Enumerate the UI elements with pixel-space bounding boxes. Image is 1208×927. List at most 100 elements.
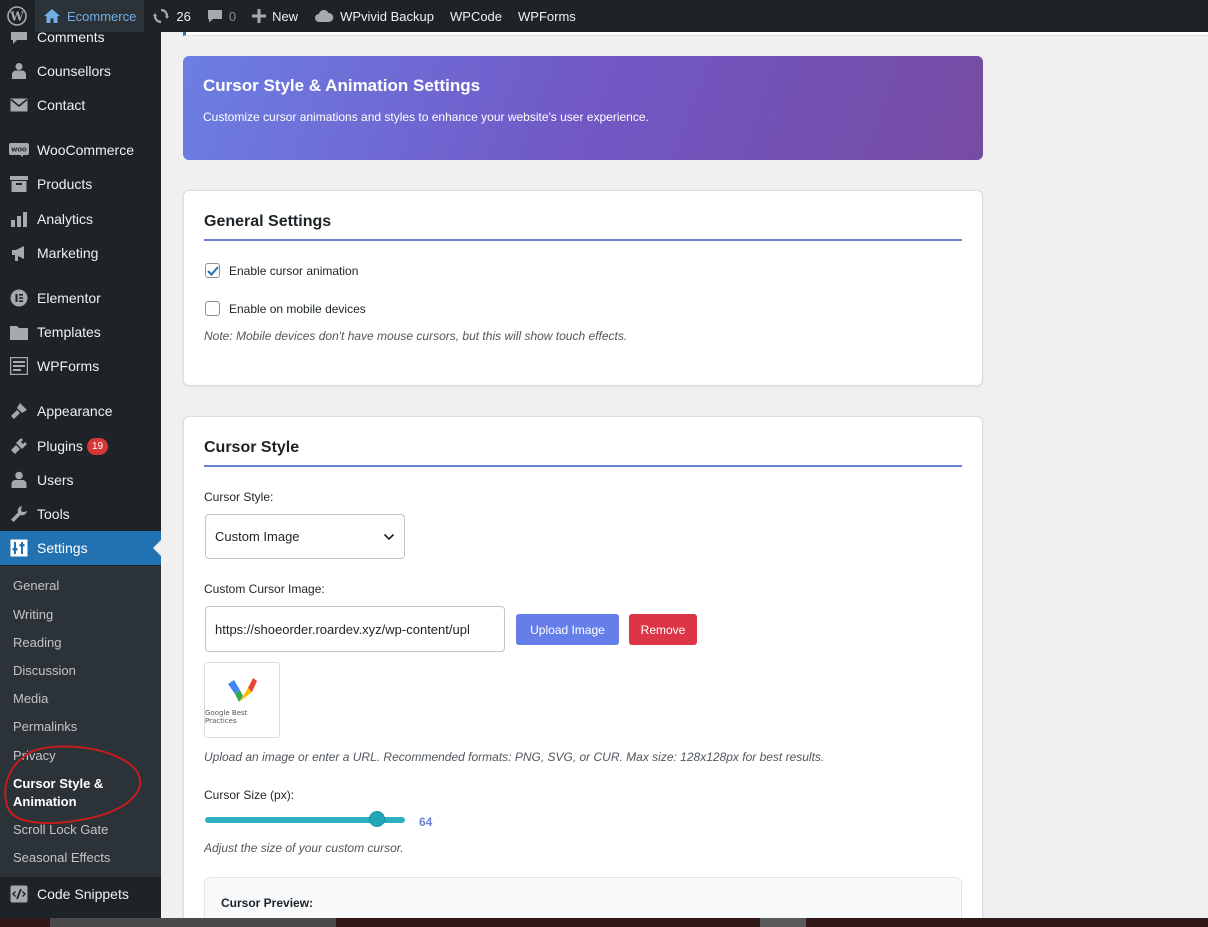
svg-text:W: W <box>9 10 24 24</box>
taskbar-segment <box>760 918 806 927</box>
admin-sidebar: Comments Counsellors Contact WOO WooComm… <box>0 32 161 918</box>
folder-icon <box>9 322 29 342</box>
cursor-preview-label: Cursor Preview: <box>221 896 314 910</box>
admin-bar: W Ecommerce 26 0 New WPvivid Backup WPCo… <box>0 0 1208 32</box>
cursor-image-url-input[interactable]: https://shoeorder.roardev.xyz/wp-content… <box>205 606 505 652</box>
submenu-general[interactable]: General <box>13 577 59 595</box>
woo-icon: WOO <box>9 140 29 160</box>
thumbnail-caption: Google Best Practices <box>205 708 248 725</box>
section-divider <box>204 239 962 241</box>
comment-icon <box>9 32 29 47</box>
cursor-size-value: 64 <box>419 815 433 829</box>
menu-item-analytics[interactable]: Analytics <box>0 202 161 236</box>
megaphone-icon <box>9 243 29 263</box>
new-content-link[interactable]: New <box>244 0 306 32</box>
checkmark-icon <box>206 265 219 276</box>
cursor-image-thumbnail: Google Best Practices <box>204 662 280 738</box>
submenu-cursor-style-animation[interactable]: Cursor Style & Animation <box>13 775 103 811</box>
cloud-icon <box>314 9 334 23</box>
submenu-cursor-line-1: Cursor Style & <box>13 776 104 791</box>
main-content: Cursor Style & Animation Settings Custom… <box>161 32 1208 918</box>
site-name-link[interactable]: Ecommerce <box>35 0 145 32</box>
submenu-media[interactable]: Media <box>13 690 48 708</box>
cursor-preview-box: Cursor Preview: <box>204 877 962 918</box>
menu-item-settings[interactable]: Settings <box>0 531 161 565</box>
bar-chart-icon <box>9 209 29 229</box>
enable-mobile-checkbox[interactable]: Enable on mobile devices <box>205 301 366 316</box>
wpvivid-backup-link[interactable]: WPvivid Backup <box>306 0 442 32</box>
comment-bubble-icon <box>207 8 223 24</box>
form-icon <box>9 356 29 376</box>
image-help-text: Upload an image or enter a URL. Recommen… <box>204 750 825 764</box>
general-settings-title: General Settings <box>204 213 332 230</box>
menu-item-contact[interactable]: Contact <box>0 88 161 122</box>
mobile-note: Note: Mobile devices don't have mouse cu… <box>204 329 628 343</box>
code-icon <box>9 884 29 904</box>
menu-item-products[interactable]: Products <box>0 167 161 201</box>
updates-link[interactable]: 26 <box>144 0 198 32</box>
cursor-size-slider-handle[interactable] <box>369 811 385 827</box>
page-subtitle: Customize cursor animations and styles t… <box>203 110 649 124</box>
menu-item-counsellors[interactable]: Counsellors <box>0 54 161 88</box>
chevron-down-icon <box>383 533 395 541</box>
wordpress-logo-icon[interactable]: W <box>0 0 35 32</box>
comments-link[interactable]: 0 <box>199 0 244 32</box>
menu-item-woocommerce[interactable]: WOO WooCommerce <box>0 133 161 167</box>
settings-icon <box>9 538 29 558</box>
submenu-writing[interactable]: Writing <box>13 606 53 624</box>
wpcode-link[interactable]: WPCode <box>442 0 510 32</box>
checkbox-checked[interactable] <box>205 263 220 278</box>
wpforms-link[interactable]: WPForms <box>510 0 584 32</box>
menu-item-marketing[interactable]: Marketing <box>0 236 161 270</box>
cursor-style-select[interactable]: Custom Image <box>205 514 405 559</box>
users-icon <box>9 470 29 490</box>
cursor-style-card: Cursor Style Cursor Style: Custom Image … <box>183 416 983 918</box>
cursor-style-label: Cursor Style: <box>204 490 274 504</box>
submenu-scroll-lock-gate[interactable]: Scroll Lock Gate <box>13 821 108 839</box>
plugins-update-badge: 19 <box>87 438 109 455</box>
submenu-discussion[interactable]: Discussion <box>13 662 76 680</box>
menu-item-wpforms[interactable]: WPForms <box>0 349 161 383</box>
plugin-icon <box>9 436 29 456</box>
settings-submenu: General Writing Reading Discussion Media… <box>0 566 161 877</box>
brush-icon <box>9 401 29 421</box>
svg-text:WOO: WOO <box>11 148 27 154</box>
menu-item-users[interactable]: Users <box>0 463 161 497</box>
cursor-size-label: Cursor Size (px): <box>204 788 295 802</box>
plus-icon <box>252 9 267 23</box>
section-divider <box>204 465 962 467</box>
remove-image-button[interactable]: Remove <box>629 614 697 645</box>
menu-item-tools[interactable]: Tools <box>0 497 161 531</box>
menu-item-plugins[interactable]: Plugins 19 <box>0 429 161 463</box>
home-icon <box>43 8 61 24</box>
submenu-seasonal-effects[interactable]: Seasonal Effects <box>13 849 110 867</box>
menu-item-appearance[interactable]: Appearance <box>0 394 161 428</box>
checkbox-unchecked[interactable] <box>205 301 220 316</box>
elementor-icon <box>9 288 29 308</box>
submenu-cursor-line-2: Animation <box>13 794 77 809</box>
previous-notice-edge <box>183 32 1208 36</box>
google-checkmark-logo-icon <box>228 677 257 702</box>
submenu-reading[interactable]: Reading <box>13 634 61 652</box>
settings-hero-banner: Cursor Style & Animation Settings Custom… <box>183 56 983 160</box>
size-help-text: Adjust the size of your custom cursor. <box>204 841 404 855</box>
update-icon <box>152 7 170 25</box>
archive-icon <box>9 174 29 194</box>
menu-item-code-snippets[interactable]: Code Snippets <box>0 877 161 911</box>
page-title: Cursor Style & Animation Settings <box>203 76 481 95</box>
taskbar-segment <box>50 918 336 927</box>
os-taskbar-edge <box>0 918 1208 927</box>
submenu-permalinks[interactable]: Permalinks <box>13 718 77 736</box>
upload-image-button[interactable]: Upload Image <box>516 614 619 645</box>
submenu-privacy[interactable]: Privacy <box>13 747 56 765</box>
custom-image-label: Custom Cursor Image: <box>204 582 325 596</box>
menu-item-templates[interactable]: Templates <box>0 315 161 349</box>
wrench-icon <box>9 504 29 524</box>
cursor-style-title: Cursor Style <box>204 439 300 456</box>
person-icon <box>9 61 29 81</box>
enable-cursor-animation-checkbox[interactable]: Enable cursor animation <box>205 263 358 278</box>
mail-icon <box>9 95 29 115</box>
menu-item-elementor[interactable]: Elementor <box>0 281 161 315</box>
menu-item-comments[interactable]: Comments <box>0 32 161 54</box>
general-settings-card: General Settings Enable cursor animation… <box>183 190 983 386</box>
